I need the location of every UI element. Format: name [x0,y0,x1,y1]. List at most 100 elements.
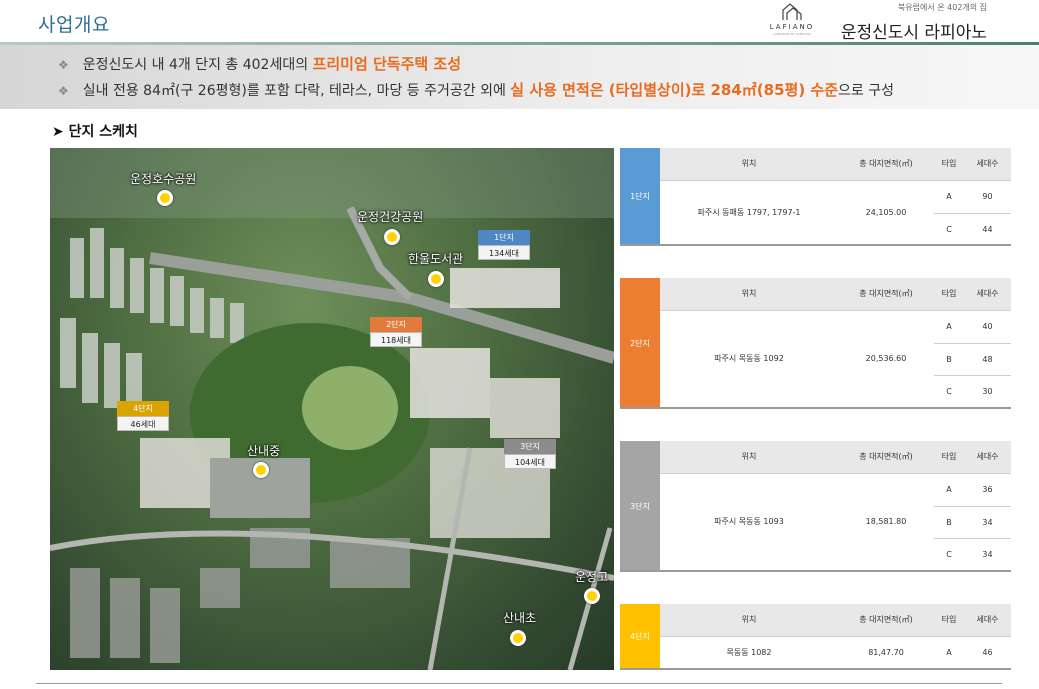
cell-type: B [934,506,964,539]
complex-tag-count: 118세대 [370,332,422,347]
poi-label: 운정고 [575,570,609,584]
cell-area: 18,581.80 [838,473,934,571]
brand-name: 운정신도시 라피아노 [840,23,987,43]
cell-location: 파주시 동패동 1797, 1797-1 [660,180,838,246]
poi-label: 한울도서관 [408,252,464,266]
complex-name: 4단지 [620,604,660,669]
complex-name: 2단지 [620,278,660,408]
cell-type: C [934,538,964,571]
table-row: 파주시 목동동 1092 20,536.60 A 40 [660,310,1011,408]
complex-tag-title: 1단지 [478,230,530,245]
poi-label: 운정호수공원 [130,172,197,186]
complex-name: 3단지 [620,441,660,571]
summary-line-2-suffix: 으로 구성 [838,83,895,99]
header-units: 세대수 [964,278,1011,311]
cell-location: 파주시 목동동 1092 [660,310,838,408]
footer-rule [36,683,1002,684]
cell-type: B [934,343,964,376]
header-area: 총 대지면적(㎡) [838,278,934,311]
cell-units: 34 [964,506,1011,539]
complex-tag-title: 4단지 [117,401,169,416]
table-header-row: 위치 총 대지면적(㎡) 타입 세대수 [660,604,1011,637]
cell-type: C [934,213,964,246]
cell-units: 44 [964,213,1011,246]
header-units: 세대수 [964,148,1011,181]
location-pin-icon [384,229,400,245]
location-pin-icon [253,462,269,478]
header-type: 타입 [934,148,964,181]
cell-units: 46 [964,636,1011,670]
cell-units: 36 [964,473,1011,507]
complex-1-table: 1단지 위치 총 대지면적(㎡) 타입 세대수 파주시 동패동 1797, 17… [620,148,1011,246]
cell-area: 24,105.00 [838,180,934,246]
logo-wordmark: LAFIANO [769,23,815,31]
location-pin-icon [510,630,526,646]
complex-tag: 4단지 46세대 [117,401,169,431]
summary-line-1-highlight: 프리미엄 단독주택 조성 [312,55,461,73]
complex-tag-count: 134세대 [478,245,530,260]
cell-type: A [934,636,964,670]
cell-area: 20,536.60 [838,310,934,408]
header-type: 타입 [934,441,964,474]
complex-data-table: 위치 총 대지면적(㎡) 타입 세대수 목동동 1082 81,47.70 A … [660,604,1011,670]
summary-line-2: ❖ 실내 전용 84㎡(구 26평형)를 포함 다락, 테라스, 마당 등 주거공… [58,79,894,100]
header-units: 세대수 [964,604,1011,637]
house-logo-icon [782,3,802,20]
table-header-row: 위치 총 대지면적(㎡) 타입 세대수 [660,441,1011,474]
table-bottom-rule [620,570,1011,572]
logo-tagline: LANDMARK BY SAMSUNG [773,32,811,36]
complex-data-table: 위치 총 대지면적(㎡) 타입 세대수 파주시 동패동 1797, 1797-1… [660,148,1011,246]
header-location: 위치 [660,604,838,637]
header-type: 타입 [934,604,964,637]
header-location: 위치 [660,278,838,311]
poi-label: 운정건강공원 [357,210,424,224]
location-pin-icon [157,190,173,206]
section-title: 단지 스케치 [68,124,138,140]
summary-line-2-highlight: 실 사용 면적은 (타입별상이)로 284㎡(85평) 수준 [510,81,839,99]
diamond-bullet-icon: ❖ [58,84,69,98]
complex-data-table: 위치 총 대지면적(㎡) 타입 세대수 파주시 목동동 1092 20,536.… [660,278,1011,408]
complex-tag-count: 46세대 [117,416,169,431]
complex-tag: 2단지 118세대 [370,317,422,347]
table-row: 파주시 동패동 1797, 1797-1 24,105.00 A 90 [660,180,1011,246]
complex-tag-title: 3단지 [504,439,556,454]
cell-type: A [934,310,964,344]
cell-location: 목동동 1082 [660,636,838,670]
site-aerial-map: 운정호수공원 운정건강공원 한울도서관 산내중 운정고 산내초 1단지 134세… [50,148,614,670]
table-bottom-rule [620,244,1011,246]
poi-label: 산내초 [503,611,537,625]
poi-label: 산내중 [247,444,281,458]
complex-2-table: 2단지 위치 총 대지면적(㎡) 타입 세대수 파주시 목동동 1092 20,… [620,278,1011,409]
summary-band: ❖ 운정신도시 내 4개 단지 총 402세대의 프리미엄 단독주택 조성 ❖ 실내… [0,45,1039,109]
cell-type: A [934,180,964,214]
table-bottom-rule [620,668,1011,670]
complex-tag: 3단지 104세대 [504,439,556,469]
cell-units: 48 [964,343,1011,376]
table-row: 파주시 목동동 1093 18,581.80 A 36 [660,473,1011,571]
table-header-row: 위치 총 대지면적(㎡) 타입 세대수 [660,148,1011,181]
cell-area: 81,47.70 [838,636,934,670]
table-header-row: 위치 총 대지면적(㎡) 타입 세대수 [660,278,1011,311]
complex-4-table: 4단지 위치 총 대지면적(㎡) 타입 세대수 목동동 1082 81,47.7… [620,604,1011,670]
cell-units: 30 [964,375,1011,408]
header-area: 총 대지면적(㎡) [838,148,934,181]
header-area: 총 대지면적(㎡) [838,604,934,637]
header-units: 세대수 [964,441,1011,474]
cell-units: 40 [964,310,1011,344]
summary-line-2-text: 실내 전용 84㎡(구 26평형)를 포함 다락, 테라스, 마당 등 주거공간… [82,83,511,99]
location-pin-icon [428,271,444,287]
complex-3-table: 3단지 위치 총 대지면적(㎡) 타입 세대수 파주시 목동동 1093 18,… [620,441,1011,572]
location-pin-icon [584,588,600,604]
complex-tag-title: 2단지 [370,317,422,332]
header-location: 위치 [660,148,838,181]
complex-tag-count: 104세대 [504,454,556,469]
header-type: 타입 [934,278,964,311]
diamond-bullet-icon: ❖ [58,58,69,72]
table-row: 목동동 1082 81,47.70 A 46 [660,636,1011,670]
brand-logo: LAFIANO LANDMARK BY SAMSUNG [768,2,816,38]
table-bottom-rule [620,407,1011,409]
complex-tag: 1단지 134세대 [478,230,530,260]
summary-line-1-text: 운정신도시 내 4개 단지 총 402세대의 [82,57,313,73]
cell-units: 90 [964,180,1011,214]
chevron-right-icon: ➤ [52,124,64,140]
